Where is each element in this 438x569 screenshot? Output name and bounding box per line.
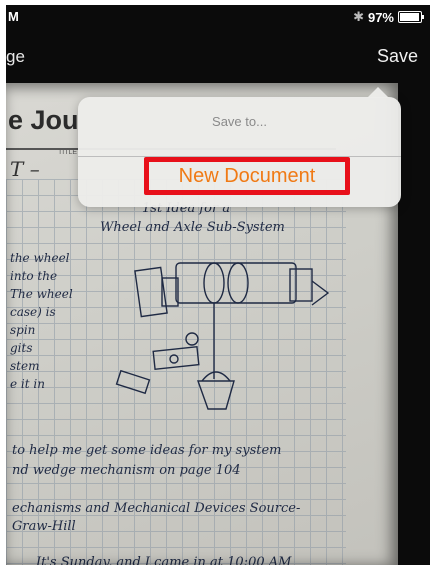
back-button[interactable]: ge — [6, 47, 25, 67]
bottom-note-line: Graw-Hill — [12, 519, 76, 534]
bottom-note-line: nd wedge mechanism on page 104 — [12, 463, 241, 478]
battery-fill — [400, 13, 419, 21]
status-bar: M ✱ 97% — [6, 5, 430, 27]
device-screen: M ✱ 97% ge Save e Jou TITLE T – 1st Idea… — [6, 5, 430, 565]
save-button[interactable]: Save — [377, 46, 418, 67]
bottom-note-line: echanisms and Mechanical Devices Source- — [12, 501, 301, 516]
status-time: M — [8, 9, 19, 24]
bottom-note-line: to help me get some ideas for my system — [12, 443, 282, 458]
new-document-button[interactable]: New Document — [144, 157, 350, 195]
status-indicators: ✱ 97% — [353, 9, 424, 25]
battery-percent: 97% — [367, 9, 394, 25]
popover-arrow — [367, 87, 389, 98]
popover-heading: Save to... — [212, 114, 267, 129]
save-to-popover: Save to... New Document — [78, 87, 401, 207]
bottom-note-line: It's Sunday, and I came in at 10:00 AM — [36, 555, 292, 565]
new-document-label: New Document — [178, 164, 316, 187]
nav-bar: ge Save — [6, 27, 430, 71]
battery-icon — [398, 11, 424, 23]
bluetooth-icon: ✱ — [353, 9, 364, 24]
